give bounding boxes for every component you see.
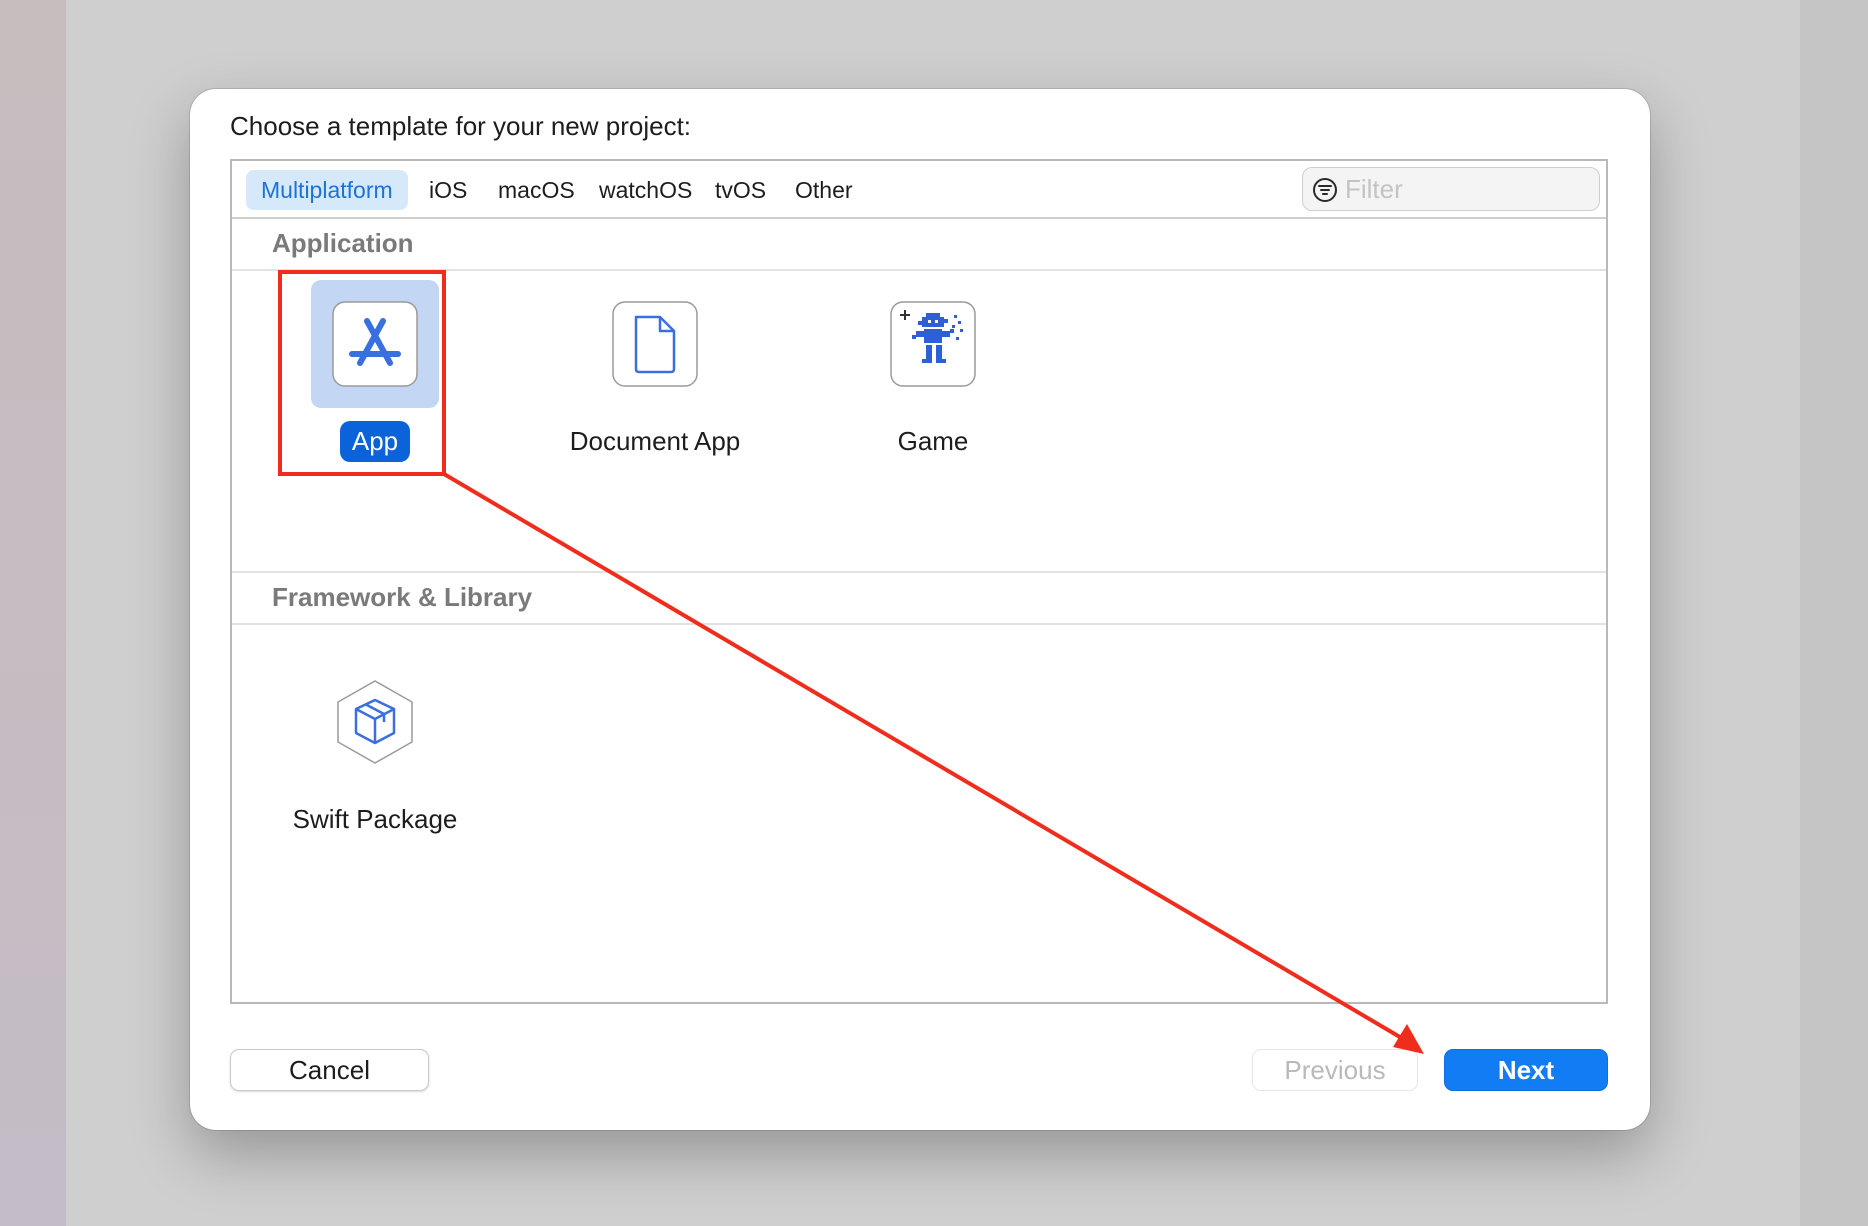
filter-icon [1313, 178, 1337, 202]
document-icon [612, 301, 698, 387]
template-icon-frame [311, 280, 439, 408]
template-label: Document App [569, 426, 741, 456]
tab-watchos[interactable]: watchOS [584, 170, 707, 210]
tab-other[interactable]: Other [780, 170, 868, 210]
template-swift-package[interactable]: Swift Package [275, 570, 475, 834]
background-window-strip-right [1800, 0, 1868, 1226]
dialog-title: Choose a template for your new project: [230, 111, 692, 141]
template-icon-frame [311, 658, 439, 786]
app-store-icon [332, 301, 418, 387]
cancel-button[interactable]: Cancel [230, 1049, 429, 1091]
tab-macos[interactable]: macOS [483, 170, 590, 210]
package-box-icon [337, 680, 413, 764]
template-label: Game [897, 426, 969, 456]
next-button[interactable]: Next [1444, 1049, 1608, 1091]
template-document-app[interactable]: Document App [555, 280, 755, 470]
tab-tvos[interactable]: tvOS [700, 170, 781, 210]
background-window-strip [0, 0, 66, 1226]
previous-button[interactable]: Previous [1252, 1049, 1418, 1091]
template-label: App [339, 421, 411, 462]
game-sprite-icon [890, 301, 976, 387]
platform-tab-bar: Multiplatform iOS macOS watchOS tvOS Oth… [232, 161, 1606, 219]
tab-ios[interactable]: iOS [414, 170, 482, 210]
template-icon-frame [591, 280, 719, 408]
tab-multiplatform[interactable]: Multiplatform [246, 170, 408, 210]
section-title: Application [272, 228, 414, 258]
template-panel: Multiplatform iOS macOS watchOS tvOS Oth… [230, 159, 1608, 1004]
template-app[interactable]: App [275, 280, 475, 470]
template-icon-frame [869, 280, 997, 408]
section-header-application: Application [232, 219, 1606, 271]
template-label: Swift Package [292, 804, 458, 834]
filter-input[interactable] [1345, 172, 1585, 206]
new-project-dialog: Choose a template for your new project: … [190, 89, 1650, 1130]
filter-field[interactable] [1302, 167, 1600, 211]
template-game[interactable]: Game [833, 280, 1033, 470]
